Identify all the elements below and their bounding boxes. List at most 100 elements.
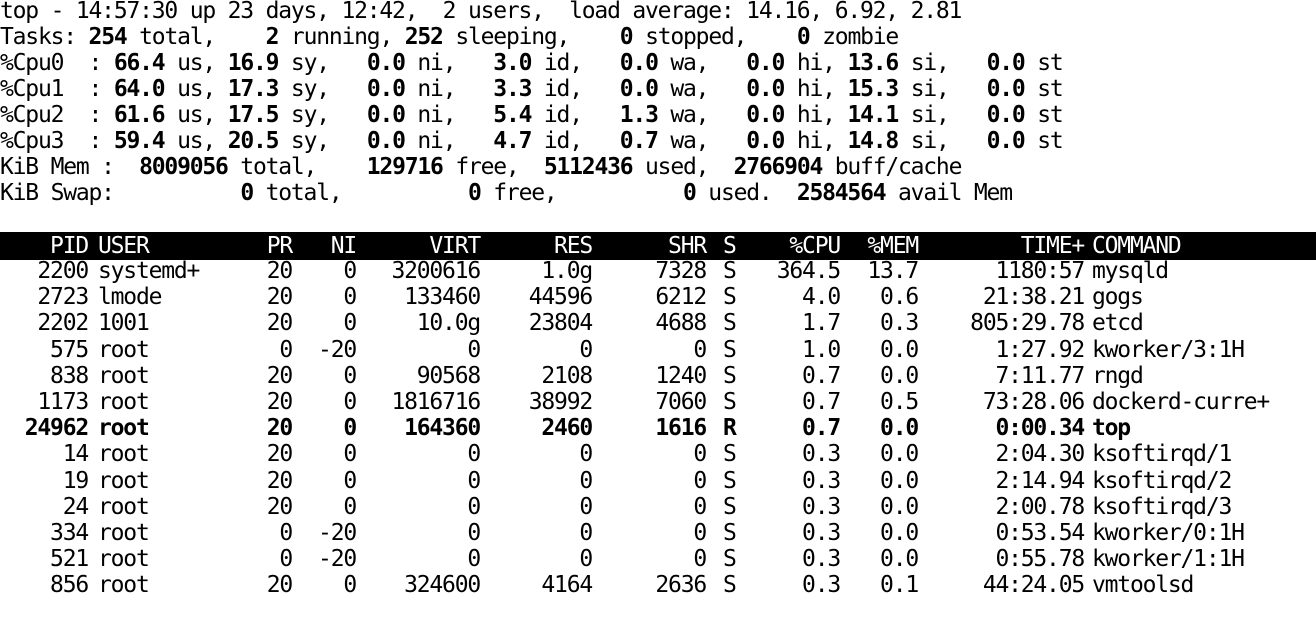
process-res: 4164 [541,572,593,599]
process-row[interactable]: 24962 root 20 0 164360 2460 1616 R 0.7 0.0 0:00.34… [0,415,1316,441]
process-res: 2108 [541,362,593,389]
process-command: top [1092,415,1131,442]
process-mem: 0.0 [880,546,919,573]
col-header-cpu[interactable]: %CPU [750,232,841,260]
process-cpu: 0.3 [802,520,841,546]
process-shr: 0 [693,520,707,546]
process-row[interactable]: 521 root 0 -20 0 0 0 S 0.3 0.0 0:55.78 kworker/1:1H [0,546,1316,572]
process-command: ksoftirqd/1 [1092,441,1232,468]
col-header-pr[interactable]: PR [250,232,293,260]
process-res: 0 [579,546,593,573]
process-nice: 0 [343,467,357,494]
process-mem: 0.5 [880,389,919,415]
process-mem: 0.1 [880,572,919,599]
col-header-pid[interactable]: PID [0,232,89,260]
process-cpu: 1.7 [802,310,841,337]
process-cpu: 0.7 [802,362,841,389]
process-user: root [98,415,150,442]
process-nice: 0 [343,441,357,468]
col-header-command[interactable]: COMMAND [1092,232,1182,260]
process-row[interactable]: 19 root 20 0 0 0 0 S 0.3 0.0 2:14.94 ksoftirqd/2 [0,468,1316,494]
col-header-time[interactable]: TIME+ [920,232,1085,260]
col-header-ni[interactable]: NI [300,232,357,260]
process-mem: 0.0 [880,493,919,520]
process-command: vmtoolsd [1092,572,1194,599]
process-time: 0:00.34 [995,415,1085,442]
process-user: root [98,362,150,389]
process-row[interactable]: 2723 lmode 20 0 133460 44596 6212 S 4.0 0.6 21:38.… [0,284,1316,310]
process-time: 73:28.06 [982,389,1085,415]
process-time: 0:55.78 [995,546,1085,573]
process-cpu: 0.3 [802,441,841,468]
process-time: 21:38.21 [982,284,1085,311]
col-header-user[interactable]: USER [98,232,150,260]
process-virt: 3200616 [391,258,481,284]
process-user: lmode [98,284,162,311]
process-row[interactable]: 838 root 20 0 90568 2108 1240 S 0.7 0.0 7:11.77 rng… [0,363,1316,389]
process-row[interactable]: 575 root 0 -20 0 0 0 S 1.0 0.0 1:27.92 kworker/3:1H [0,337,1316,363]
process-res: 23804 [528,310,593,337]
process-nice: 0 [343,389,357,415]
process-res: 0 [579,441,593,468]
process-user: root [98,389,150,415]
process-user: systemd+ [98,258,200,284]
process-row[interactable]: 14 root 20 0 0 0 0 S 0.3 0.0 2:04.30 ksoftirqd/1 [0,441,1316,467]
process-row[interactable]: 856 root 20 0 324600 4164 2636 S 0.3 0.1 44:24.05 v… [0,572,1316,598]
process-virt: 133460 [404,284,481,311]
process-state: S [723,572,737,599]
process-shr: 7328 [655,258,707,284]
process-shr: 7060 [655,389,707,415]
cpu-line: %Cpu1 : 64.0 us, 17.3 sy, 0.0 ni, 3.3 id… [0,76,1064,102]
col-header-shr[interactable]: SHR [600,232,707,260]
process-row[interactable]: 2200 systemd+ 20 0 3200616 1.0g 7328 S 364.5 13.7… [0,258,1316,284]
process-command: kworker/1:1H [1092,546,1245,573]
col-header-virt[interactable]: VIRT [380,232,481,260]
process-res: 0 [579,336,593,363]
process-user: root [98,572,150,599]
process-res: 44596 [528,284,593,311]
process-virt: 1816716 [391,389,481,415]
process-row[interactable]: 1173 root 20 0 1816716 38992 7060 S 0.7 0.5 73:28.… [0,389,1316,415]
process-nice: -20 [318,546,357,573]
process-row[interactable]: 334 root 0 -20 0 0 0 S 0.3 0.0 0:53.54 kworker/0:1H [0,520,1316,546]
process-nice: 0 [343,258,357,284]
process-priority: 20 [266,284,293,311]
process-priority: 20 [266,467,293,494]
process-pid: 838 [50,362,89,389]
process-cpu: 0.3 [802,546,841,573]
process-virt: 0 [467,336,481,363]
process-nice: 0 [343,310,357,337]
col-header-mem[interactable]: %MEM [840,232,919,260]
col-header-s[interactable]: S [723,232,737,260]
process-pid: 2723 [37,284,89,311]
process-virt: 10.0g [416,310,481,337]
process-row[interactable]: 24 root 20 0 0 0 0 S 0.3 0.0 2:00.78 ksoftirqd/3 [0,494,1316,520]
process-state: S [723,336,737,363]
process-row[interactable]: 2202 1001 20 0 10.0g 23804 4688 S 1.7 0.3 805:29.7… [0,310,1316,336]
cpu-line: %Cpu0 : 66.4 us, 16.9 sy, 0.0 ni, 3.0 id… [0,50,1064,76]
process-cpu: 0.3 [802,467,841,494]
process-nice: 0 [343,493,357,520]
process-state: S [723,389,737,415]
process-user: root [98,546,150,573]
process-state: S [723,362,737,389]
process-time: 1:27.92 [995,336,1085,363]
process-res: 38992 [528,389,593,415]
process-state: S [723,546,737,573]
col-header-res[interactable]: RES [500,232,593,260]
tasks-line: Tasks: 254 total, 2 running, 252 sleepin… [0,24,899,50]
process-nice: 0 [343,362,357,389]
process-state: S [723,310,737,337]
process-mem: 0.3 [880,310,919,337]
process-cpu: 0.7 [802,389,841,415]
process-state: S [723,284,737,311]
terminal-window: top - 14:57:30 up 23 days, 12:42, 2 user… [0,0,1316,603]
process-shr: 2636 [655,572,707,599]
cpu-line: %Cpu2 : 61.6 us, 17.5 sy, 0.0 ni, 5.4 id… [0,102,1064,128]
process-nice: 0 [343,284,357,311]
process-pid: 1173 [37,389,89,415]
process-state: S [723,258,737,284]
process-priority: 0 [279,520,293,546]
process-priority: 20 [266,310,293,337]
process-state: S [723,493,737,520]
